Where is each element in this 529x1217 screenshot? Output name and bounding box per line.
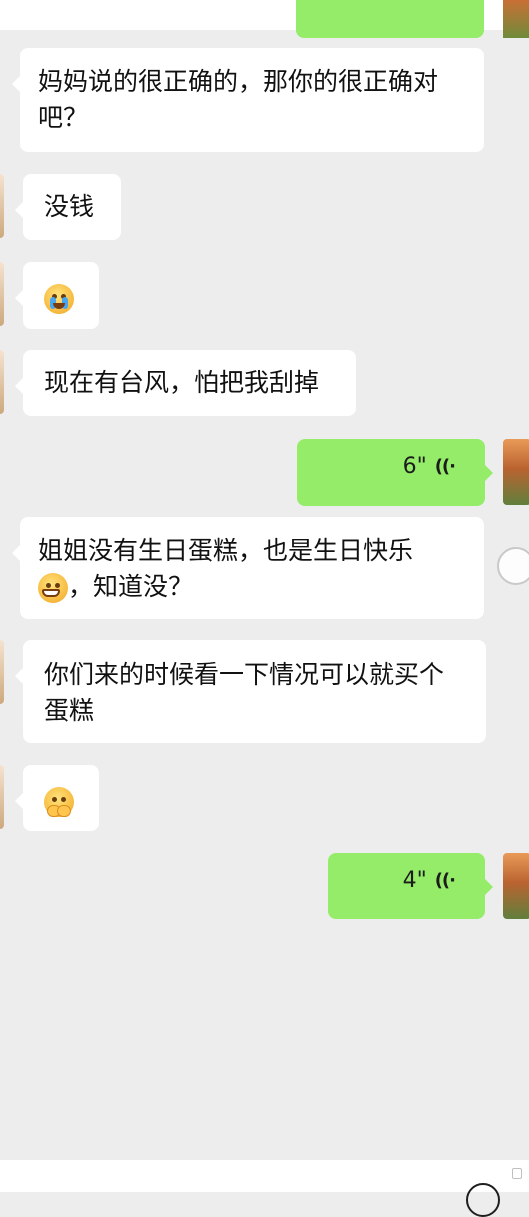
self-avatar[interactable] <box>503 853 529 919</box>
crying-emoji-icon <box>44 284 74 314</box>
voice-wave-icon: ((· <box>434 870 456 891</box>
message-bubble[interactable]: 姐姐没有生日蛋糕，也是生日快乐 ，知道没？ <box>12 517 484 619</box>
voice-message-bubble[interactable]: 4" ((· <box>328 853 493 919</box>
self-avatar[interactable] <box>503 0 529 38</box>
message-bubble[interactable] <box>15 262 99 329</box>
bottom-input-bar <box>0 1160 529 1192</box>
message-bubble[interactable]: 你们来的时候看一下情况可以就买个蛋糕 <box>15 640 486 743</box>
message-text: ，知道没？ <box>68 572 194 601</box>
voice-message-bubble[interactable]: 6" ((· <box>297 439 493 506</box>
message-text: 姐姐没有生日蛋糕，也是生日快乐 <box>38 536 414 565</box>
shy-emoji-icon <box>44 787 74 817</box>
message-bubble[interactable]: 妈妈说的很正确的，那你的很正确对吧？ <box>12 48 484 152</box>
selection-circle-icon[interactable] <box>497 547 529 585</box>
partial-outgoing-bubble[interactable] <box>296 0 484 38</box>
grinning-emoji-icon <box>38 573 68 603</box>
corner-indicator <box>512 1168 522 1179</box>
contact-avatar[interactable] <box>0 640 4 704</box>
message-bubble[interactable] <box>15 765 99 831</box>
message-text: 现在有台风，怕把我刮掉 <box>44 368 320 397</box>
message-text: 你们来的时候看一下情况可以就买个蛋糕 <box>44 660 445 725</box>
contact-avatar[interactable] <box>0 765 4 829</box>
bottom-circle-icon[interactable] <box>466 1183 500 1217</box>
self-avatar[interactable] <box>503 439 529 505</box>
voice-wave-icon: ((· <box>434 456 456 477</box>
contact-avatar[interactable] <box>0 262 4 326</box>
contact-avatar[interactable] <box>0 350 4 414</box>
message-text: 妈妈说的很正确的，那你的很正确对吧？ <box>38 67 439 132</box>
voice-duration: 4" <box>402 868 427 893</box>
contact-avatar[interactable] <box>0 174 4 238</box>
message-bubble[interactable]: 没钱 <box>15 174 121 240</box>
message-bubble[interactable]: 现在有台风，怕把我刮掉 <box>15 350 356 416</box>
voice-duration: 6" <box>402 454 427 479</box>
message-text: 没钱 <box>44 192 95 221</box>
